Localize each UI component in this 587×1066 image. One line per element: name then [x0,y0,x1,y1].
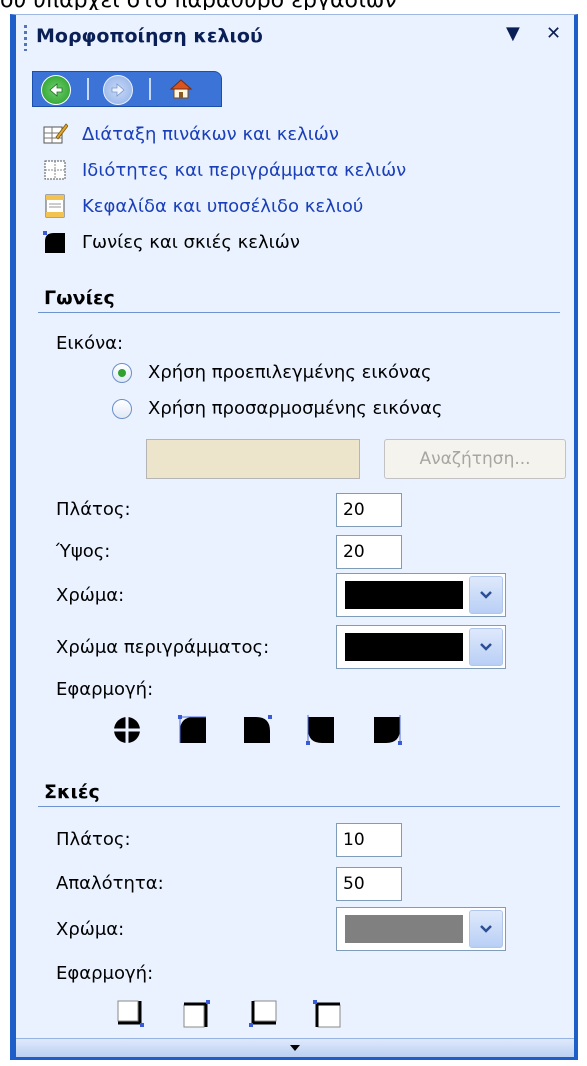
forward-arrow-icon [111,83,125,97]
apply-shadow-top-left-icon[interactable] [312,999,342,1029]
chevron-down-icon [480,591,492,599]
link-label: Ιδιότητες και περιγράμματα κελιών [82,159,407,181]
shadow-color-dropdown[interactable] [336,907,506,951]
link-label: Γωνίες και σκιές κελιών [82,231,300,253]
image-label: Εικόνα: [56,333,124,354]
pane-close-button[interactable]: ✕ [546,23,561,44]
corner-width-label: Πλάτος: [56,499,131,520]
color-swatch [345,915,463,943]
color-swatch [345,633,463,661]
shadow-color-label: Χρώμα: [56,919,125,940]
nav-separator [149,78,151,100]
link-label: Κεφαλίδα και υποσέλιδο κελιού [82,195,364,217]
shadow-apply-label: Εφαρμογή: [56,963,154,984]
corner-height-input[interactable]: 20 [336,535,402,569]
apply-all-corners-icon[interactable] [112,715,142,745]
pane-menu-button[interactable]: ▼ [506,23,520,44]
corner-width-input[interactable]: 20 [336,493,402,527]
background-window-text: ου υπάρχει στο παράθυρο εργασιών [0,0,587,10]
pane-navigation-bar [32,71,222,107]
pane-scroll-down-button[interactable] [16,1038,574,1057]
dropdown-arrow-button[interactable] [469,628,503,666]
table-layout-icon [42,121,69,147]
home-button[interactable] [167,75,195,103]
link-table-layout[interactable]: Διάταξη πινάκων και κελιών [42,119,339,149]
apply-bottom-right-corner-icon[interactable] [372,715,402,745]
header-footer-icon [42,193,68,219]
corner-apply-label: Εφαρμογή: [56,679,154,700]
apply-shadow-bottom-left-icon[interactable] [248,999,278,1029]
custom-image-path-field [146,439,360,479]
close-icon: ✕ [546,23,562,44]
dropdown-arrow-button[interactable] [469,576,503,614]
corners-shadows-icon [42,229,68,255]
pane-title: Μορφοποίηση κελιού [36,25,263,47]
forward-button[interactable] [103,75,133,105]
browse-button: Αναζήτηση... [384,439,566,479]
drag-grip-icon[interactable] [24,25,27,51]
corner-color-dropdown[interactable] [336,573,506,617]
link-cell-corners-shadows[interactable]: Γωνίες και σκιές κελιών [42,227,300,257]
shadow-softness-label: Απαλότητα: [56,873,164,894]
apply-top-left-corner-icon[interactable] [178,715,208,745]
apply-top-right-corner-icon[interactable] [242,715,272,745]
dropdown-arrow-button[interactable] [469,910,503,948]
section-divider [38,806,560,807]
shadows-heading: Σκιές [44,781,100,803]
back-button[interactable] [41,75,71,105]
task-pane: Μορφοποίηση κελιού ▼ ✕ Διάταξη πινάκων κ… [10,14,578,1060]
radio-custom-image[interactable] [112,399,132,419]
corner-border-color-dropdown[interactable] [336,625,506,669]
scroll-down-arrow-icon [290,1045,300,1051]
shadow-softness-input[interactable]: 50 [336,867,402,901]
chevron-down-icon: ▼ [506,23,520,44]
corners-heading: Γωνίες [44,287,115,309]
shadow-width-input[interactable]: 10 [336,823,402,857]
radio-default-label: Χρήση προεπιλεγμένης εικόνας [148,362,432,383]
home-icon [169,79,193,99]
chevron-down-icon [480,643,492,651]
apply-shadow-bottom-right-icon[interactable] [116,999,146,1029]
color-swatch [345,581,463,609]
back-arrow-icon [49,83,63,97]
corner-border-color-label: Χρώμα περιγράμματος: [56,637,270,658]
corner-height-label: Ύψος: [56,541,111,562]
radio-selected-dot [118,369,126,377]
link-cell-properties-borders[interactable]: Ιδιότητες και περιγράμματα κελιών [42,155,406,185]
shadow-width-label: Πλάτος: [56,829,131,850]
section-divider [38,312,560,313]
cell-borders-icon [42,157,68,183]
radio-default-image[interactable] [112,363,132,383]
link-label: Διάταξη πινάκων και κελιών [82,123,339,145]
radio-custom-label: Χρήση προσαρμοσμένης εικόνας [148,398,443,419]
apply-shadow-top-right-icon[interactable] [182,999,212,1029]
apply-bottom-left-corner-icon[interactable] [306,715,336,745]
chevron-down-icon [480,925,492,933]
link-cell-header-footer[interactable]: Κεφαλίδα και υποσέλιδο κελιού [42,191,363,221]
task-pane-header: Μορφοποίηση κελιού ▼ ✕ [16,15,574,59]
corner-color-label: Χρώμα: [56,585,125,606]
nav-separator [87,78,89,100]
